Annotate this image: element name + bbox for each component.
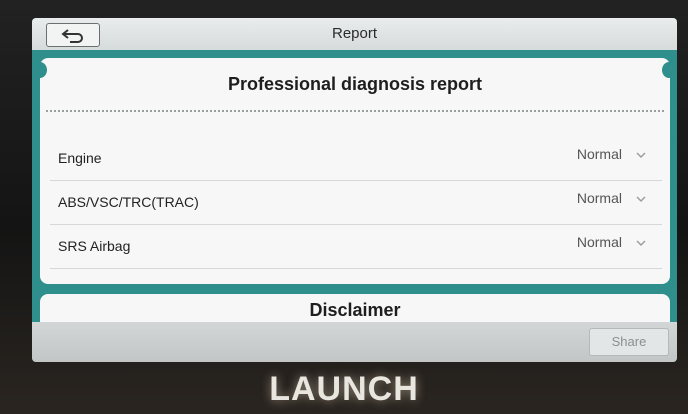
- device-screen: Report Professional diagnosis report Eng…: [32, 18, 677, 362]
- share-button[interactable]: Share: [589, 328, 669, 356]
- row-label: SRS Airbag: [58, 238, 131, 254]
- page-title: Report: [331, 25, 378, 42]
- chevron-down-icon: [636, 196, 646, 203]
- back-button[interactable]: [46, 23, 100, 47]
- row-status: Normal: [576, 190, 622, 206]
- divider: [46, 110, 664, 112]
- row-status: Normal: [576, 146, 622, 162]
- report-row-engine[interactable]: Engine Normal: [50, 136, 662, 181]
- device-brand-logo: LAUNCH: [269, 370, 419, 408]
- card-notch-right: [662, 62, 676, 78]
- report-card: Professional diagnosis report Engine Nor…: [40, 58, 670, 284]
- back-arrow-icon: [61, 29, 83, 43]
- report-row-abs[interactable]: ABS/VSC/TRC(TRAC) Normal: [50, 180, 662, 225]
- bottom-bar: Share: [32, 322, 677, 362]
- chevron-down-icon: [636, 240, 646, 247]
- report-title: Professional diagnosis report: [227, 74, 483, 94]
- disclaimer-title: Disclaimer: [309, 300, 401, 320]
- report-row-srs[interactable]: SRS Airbag Normal: [50, 224, 662, 269]
- card-notch-left: [33, 62, 47, 78]
- row-label: Engine: [58, 150, 102, 166]
- chevron-down-icon: [636, 152, 646, 159]
- row-status: Normal: [576, 234, 622, 250]
- row-label: ABS/VSC/TRC(TRAC): [58, 194, 199, 210]
- top-bar: Report: [32, 18, 677, 50]
